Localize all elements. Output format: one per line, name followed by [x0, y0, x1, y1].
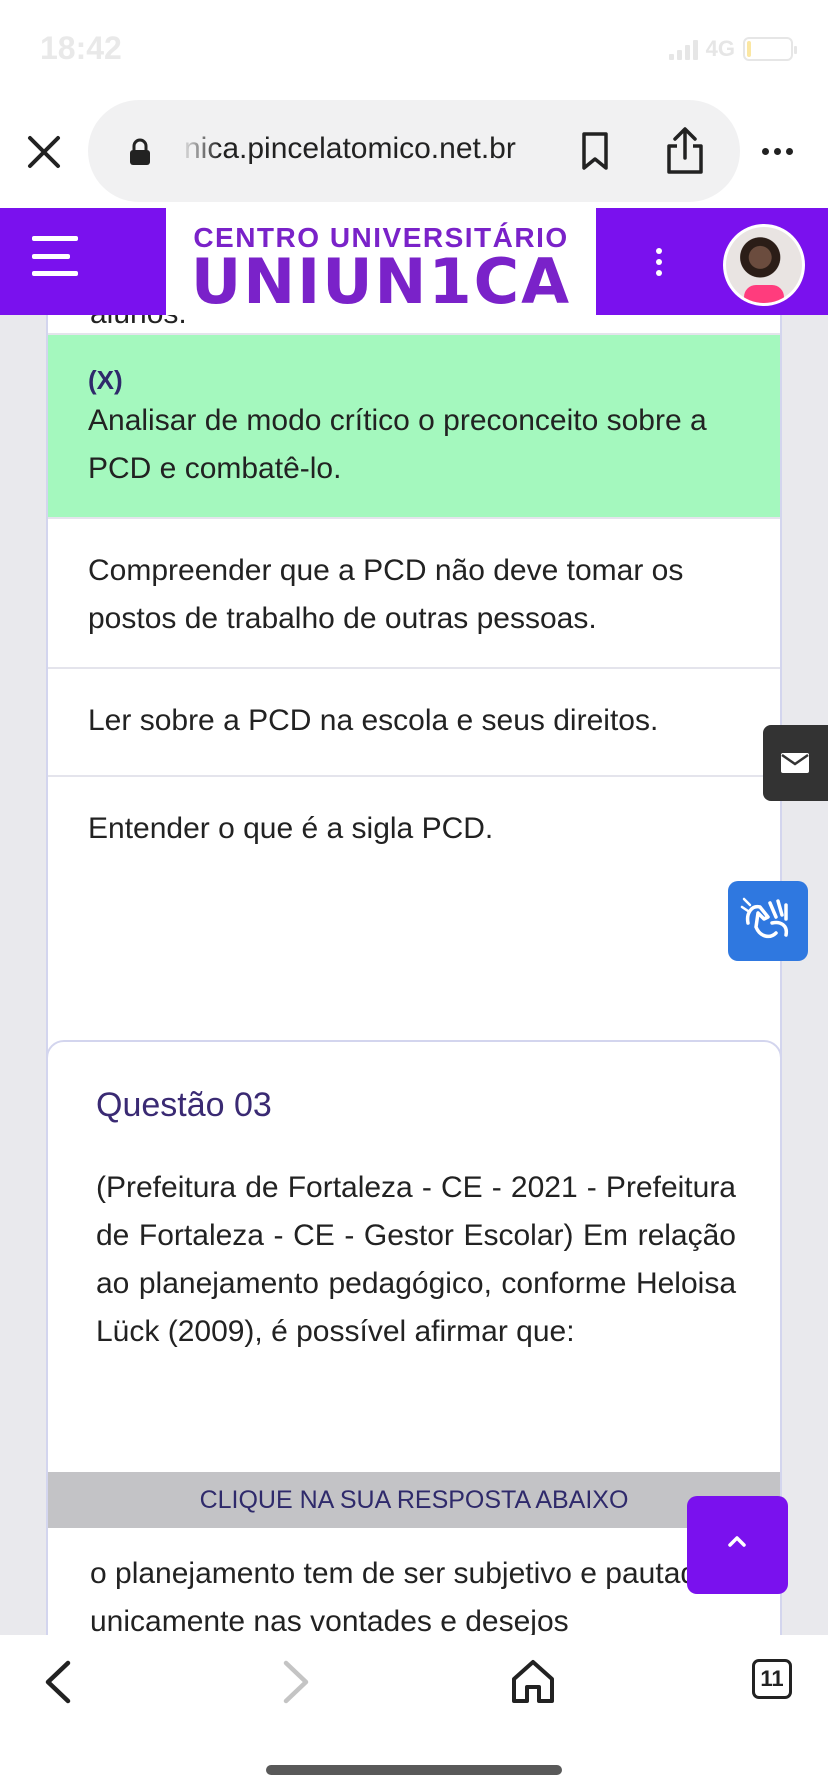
avatar[interactable] — [723, 224, 805, 306]
forward-icon[interactable] — [276, 1657, 316, 1707]
answer-instruction-banner: CLIQUE NA SUA RESPOSTA ABAIXO — [48, 1472, 780, 1528]
share-icon[interactable] — [664, 126, 706, 176]
signal-icon — [668, 38, 698, 60]
question-text: (Prefeitura de Fortaleza - CE - 2021 - P… — [96, 1171, 736, 1348]
close-icon[interactable] — [24, 132, 64, 172]
browser-bottom-toolbar: 11 — [0, 1635, 828, 1792]
browser-toolbar: nica.pincelatomico.net.br — [0, 100, 828, 208]
answer-option[interactable]: Ler sobre a PCD na escola e seus direito… — [48, 667, 780, 777]
answer-option[interactable]: Entender o que é a sigla PCD. — [48, 775, 780, 887]
site-logo[interactable]: CENTRO UNIVERSITÁRIO UNIUN1CA — [166, 208, 596, 315]
status-time: 18:42 — [40, 30, 122, 66]
answer-option[interactable]: o planejamento tem de ser subjetivo e pa… — [90, 1550, 750, 1635]
answer-option-text: Analisar de modo crítico o preconceito s… — [88, 404, 707, 485]
cut-off-text: alunos. — [90, 315, 187, 331]
battery-icon — [743, 37, 797, 61]
kebab-menu-icon[interactable] — [656, 248, 662, 276]
site-header: CENTRO UNIVERSITÁRIO UNIUN1CA — [0, 208, 828, 315]
answer-option-text: Entender o que é a sigla PCD. — [88, 812, 494, 845]
question-title: Questão 03 — [96, 1086, 272, 1124]
answer-option[interactable]: (X) Analisar de modo crítico o preconcei… — [48, 333, 780, 517]
bookmark-icon[interactable] — [578, 130, 612, 172]
mail-icon — [781, 753, 809, 773]
status-bar: 18:42 4G — [0, 0, 828, 100]
home-indicator — [266, 1765, 562, 1775]
contact-button[interactable] — [763, 725, 828, 801]
answer-option-text: Ler sobre a PCD na escola e seus direito… — [88, 704, 659, 737]
scroll-to-top-button[interactable] — [687, 1496, 788, 1594]
selected-mark: (X) — [88, 365, 123, 395]
more-options-icon[interactable] — [762, 148, 793, 155]
back-icon[interactable] — [38, 1657, 78, 1707]
logo-wordmark: UNIUN1CA — [190, 245, 572, 318]
address-bar[interactable]: nica.pincelatomico.net.br — [88, 100, 740, 202]
sign-language-icon — [740, 897, 789, 939]
menu-icon[interactable] — [32, 236, 78, 276]
question-card: Questão 03 (Prefeitura de Fortaleza - CE… — [46, 1040, 782, 1635]
chevron-up-icon — [728, 1536, 746, 1547]
lock-icon — [130, 138, 150, 165]
page-content: alunos. (X) Analisar de modo crítico o p… — [0, 315, 828, 1635]
url-fade — [180, 128, 220, 172]
tabs-button[interactable]: 11 — [752, 1659, 792, 1699]
status-indicators: 4G — [668, 36, 797, 62]
sign-language-button[interactable] — [728, 881, 808, 961]
home-icon[interactable] — [510, 1657, 556, 1705]
network-type: 4G — [705, 36, 735, 61]
answer-option[interactable]: Compreender que a PCD não deve tomar os … — [48, 517, 780, 669]
answer-option-text: Compreender que a PCD não deve tomar os … — [88, 554, 684, 635]
url-text[interactable]: nica.pincelatomico.net.br — [184, 132, 644, 166]
